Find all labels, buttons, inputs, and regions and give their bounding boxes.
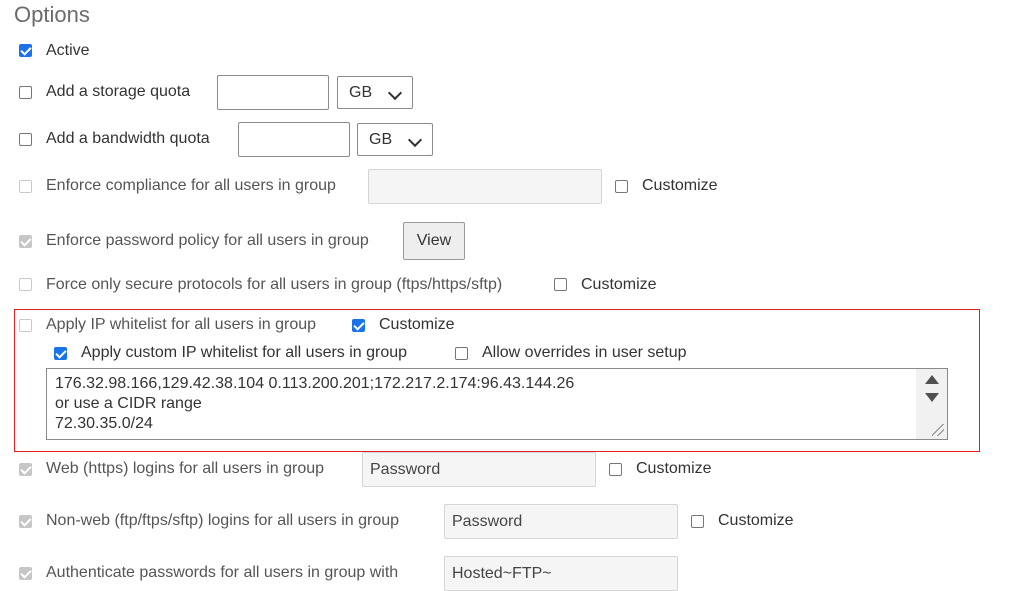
authenticate-field[interactable]: Hosted~FTP~ <box>444 556 678 591</box>
compliance-label: Enforce compliance for all users in grou… <box>46 177 336 194</box>
allow-overrides-label: Allow overrides in user setup <box>482 344 687 361</box>
ip-whitelist-checkbox[interactable] <box>19 319 32 332</box>
scroll-up-icon[interactable] <box>925 375 939 384</box>
secure-protocols-customize-checkbox[interactable] <box>554 278 567 291</box>
bandwidth-quota-input[interactable] <box>238 122 350 157</box>
custom-ip-whitelist-label: Apply custom IP whitelist for all users … <box>81 344 408 361</box>
nonweb-logins-field[interactable]: Password <box>444 504 678 539</box>
ip-whitelist-line: 72.30.35.0/24 <box>55 415 153 432</box>
compliance-input[interactable] <box>368 169 602 204</box>
web-logins-customize-label: Customize <box>636 460 712 477</box>
custom-ip-whitelist-checkbox[interactable] <box>54 347 67 360</box>
web-logins-label: Web (https) logins for all users in grou… <box>46 460 325 477</box>
compliance-customize-checkbox[interactable] <box>615 180 628 193</box>
nonweb-logins-label: Non-web (ftp/ftps/sftp) logins for all u… <box>46 512 400 529</box>
ip-whitelist-textarea[interactable]: 176.32.98.166,129.42.38.104 0.113.200.20… <box>46 368 948 440</box>
password-policy-label: Enforce password policy for all users in… <box>46 232 369 249</box>
textarea-scrollbar[interactable] <box>916 369 947 439</box>
view-button[interactable]: View <box>403 222 465 260</box>
chevron-down-icon <box>387 85 403 101</box>
storage-quota-input[interactable] <box>217 75 329 110</box>
storage-quota-unit-value: GB <box>349 84 373 101</box>
allow-overrides-checkbox[interactable] <box>455 347 468 360</box>
resize-grip-icon[interactable] <box>932 424 944 436</box>
secure-protocols-label: Force only secure protocols for all user… <box>46 276 503 293</box>
ip-whitelist-label: Apply IP whitelist for all users in grou… <box>46 316 317 333</box>
ip-whitelist-line: 176.32.98.166,129.42.38.104 0.113.200.20… <box>55 375 575 392</box>
bandwidth-quota-unit-value: GB <box>369 131 393 148</box>
secure-protocols-customize-label: Customize <box>581 276 657 293</box>
bandwidth-quota-unit-select[interactable]: GB <box>357 123 433 156</box>
chevron-down-icon <box>407 132 423 148</box>
compliance-customize-label: Customize <box>642 177 718 194</box>
nonweb-logins-customize-checkbox[interactable] <box>691 515 704 528</box>
compliance-checkbox[interactable] <box>19 180 32 193</box>
authenticate-label: Authenticate passwords for all users in … <box>46 564 399 581</box>
bandwidth-quota-checkbox[interactable] <box>19 133 32 146</box>
active-checkbox[interactable] <box>19 44 32 57</box>
secure-protocols-checkbox[interactable] <box>19 278 32 291</box>
active-label: Active <box>46 42 90 59</box>
web-logins-customize-checkbox[interactable] <box>609 463 622 476</box>
password-policy-checkbox[interactable] <box>19 235 32 248</box>
nonweb-logins-customize-label: Customize <box>718 512 794 529</box>
scroll-down-icon[interactable] <box>925 393 939 402</box>
authenticate-checkbox[interactable] <box>19 567 32 580</box>
ip-whitelist-customize-label: Customize <box>379 316 455 333</box>
ip-whitelist-line: or use a CIDR range <box>55 395 202 412</box>
ip-whitelist-customize-checkbox[interactable] <box>352 319 365 332</box>
storage-quota-unit-select[interactable]: GB <box>337 76 413 109</box>
web-logins-checkbox[interactable] <box>19 463 32 476</box>
storage-quota-checkbox[interactable] <box>19 86 32 99</box>
storage-quota-label: Add a storage quota <box>46 83 191 100</box>
section-title: Options <box>14 2 90 27</box>
web-logins-field[interactable]: Password <box>362 452 596 487</box>
bandwidth-quota-label: Add a bandwidth quota <box>46 130 210 147</box>
nonweb-logins-checkbox[interactable] <box>19 515 32 528</box>
